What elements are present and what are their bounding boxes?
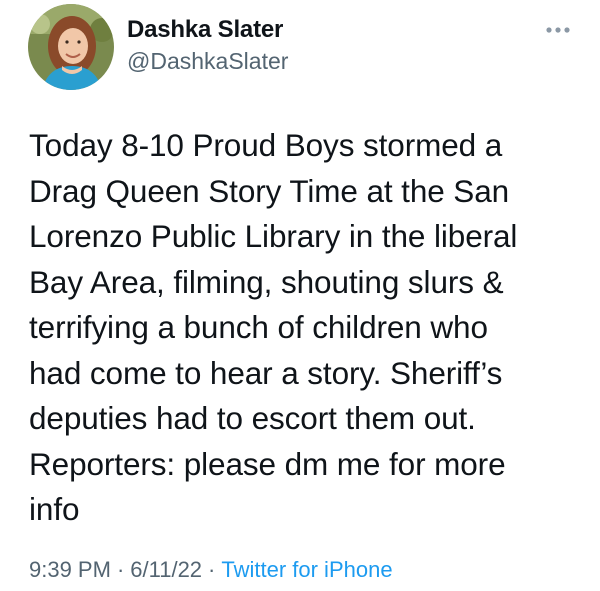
meta-separator: ·	[208, 557, 216, 582]
avatar[interactable]	[28, 4, 114, 90]
meta-separator: ·	[116, 557, 125, 582]
more-horizontal-icon	[546, 27, 570, 33]
more-options-button[interactable]	[538, 18, 578, 42]
tweet-time[interactable]: 9:39 PM	[29, 557, 111, 582]
author-display-name[interactable]: Dashka Slater	[127, 16, 283, 44]
tweet-source-link[interactable]: Twitter for iPhone	[221, 557, 392, 582]
tweet-metadata: 9:39 PM · 6/11/22 · Twitter for iPhone	[29, 557, 393, 583]
author-handle[interactable]: @DashkaSlater	[127, 48, 288, 75]
profile-photo-icon	[28, 4, 114, 90]
tweet-text: Today 8-10 Proud Boys stormed a Drag Que…	[29, 127, 518, 527]
tweet-date[interactable]: 6/11/22	[130, 557, 202, 582]
tweet: Dashka Slater @DashkaSlater Today 8-10 P…	[0, 0, 600, 591]
